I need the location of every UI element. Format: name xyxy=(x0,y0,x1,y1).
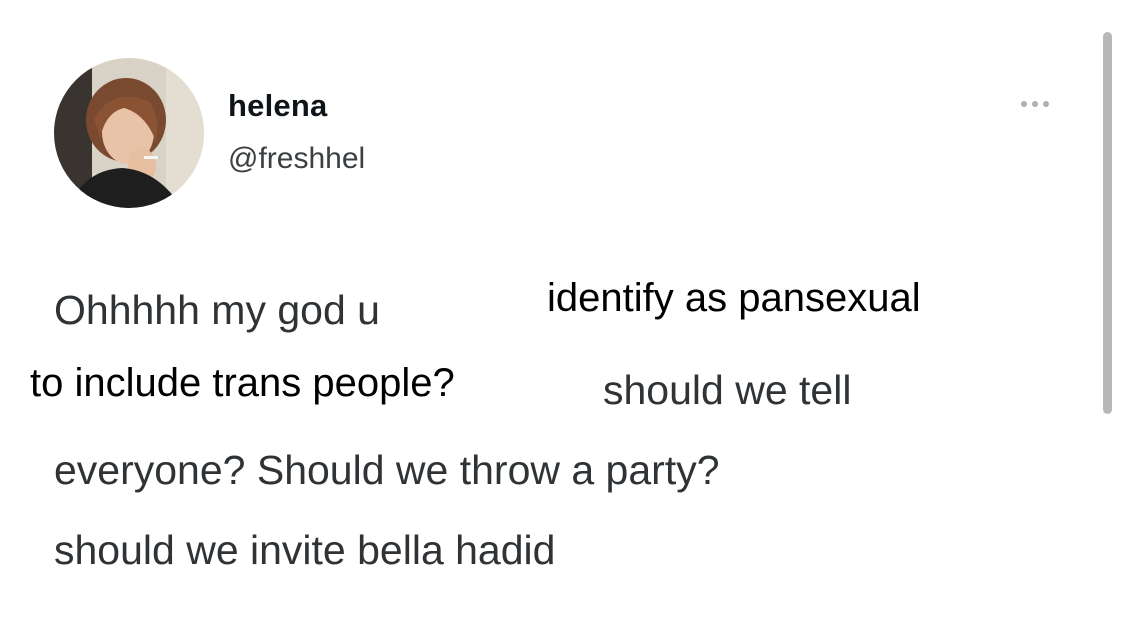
author-display-name[interactable]: helena xyxy=(228,88,327,124)
tweet-text-line-3: everyone? Should we throw a party? xyxy=(54,447,720,493)
avatar[interactable] xyxy=(54,58,204,208)
tweet-text-line-2: should we tell xyxy=(603,367,852,413)
author-handle[interactable]: @freshhel xyxy=(228,142,365,176)
ellipsis-icon[interactable] xyxy=(1015,94,1055,114)
overlay-text-line-1: identify as pansexual xyxy=(547,276,921,320)
vertical-scrollbar[interactable] xyxy=(1103,32,1112,414)
avatar-photo xyxy=(54,58,204,208)
tweet-text-line-1: Ohhhhh my god u xyxy=(54,287,380,333)
tweet-screenshot: helena @freshhel Ohhhhh my god u identif… xyxy=(0,0,1123,631)
tweet-text-line-4: should we invite bella hadid xyxy=(54,527,556,573)
overlay-text-line-2: to include trans people? xyxy=(30,361,455,405)
